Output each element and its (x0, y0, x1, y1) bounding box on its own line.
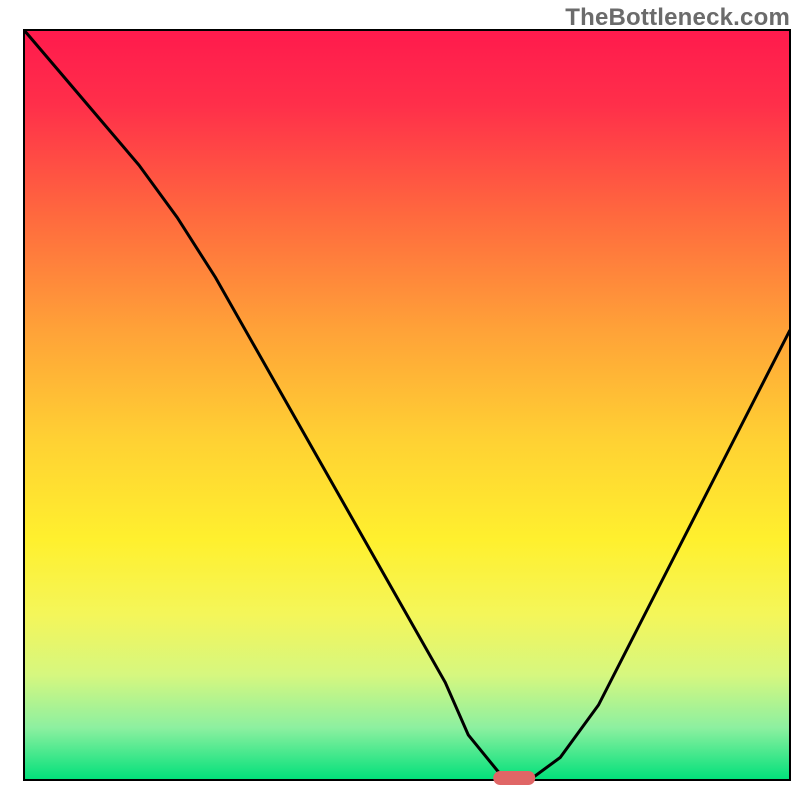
watermark-text: TheBottleneck.com (565, 4, 790, 32)
bottleneck-chart (0, 0, 800, 800)
gradient-background (24, 30, 790, 780)
chart-container: TheBottleneck.com (0, 0, 800, 800)
optimum-marker (493, 771, 535, 785)
